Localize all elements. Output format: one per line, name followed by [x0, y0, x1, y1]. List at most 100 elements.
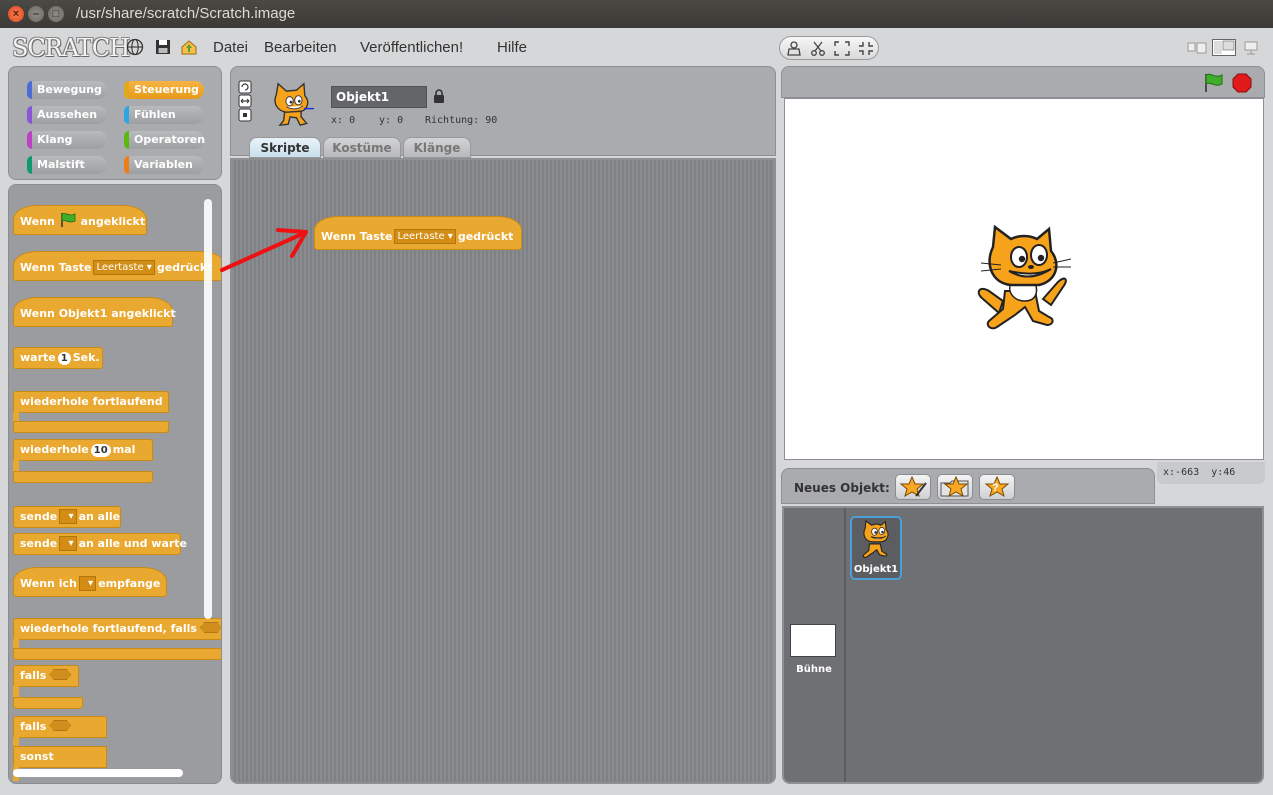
block-repeat[interactable]: wiederhole 10 mal — [13, 439, 153, 461]
sprite-thumbnail-objekt1[interactable]: Objekt1 — [850, 516, 902, 580]
category-pen[interactable]: Malstift — [27, 156, 107, 174]
block-palette: Wenn angeklickt Wenn Taste Leertaste ▾ ged… — [8, 184, 222, 784]
block-when-key-pressed[interactable]: Wenn Taste Leertaste ▾ gedrückt — [13, 251, 221, 281]
green-flag-icon — [60, 213, 76, 227]
c-block-bottom — [13, 471, 153, 483]
tab-scripts[interactable]: Skripte — [249, 137, 321, 158]
block-broadcast[interactable]: sende ▾ an alle — [13, 506, 121, 528]
category-color-stripe — [27, 156, 32, 174]
c-block-bottom — [13, 421, 169, 433]
block-text: angeklickt — [80, 215, 146, 228]
category-looks[interactable]: Aussehen — [27, 106, 107, 124]
presentation-mode-icon[interactable] — [1242, 40, 1262, 55]
menu-edit[interactable]: Bearbeiten — [264, 39, 337, 56]
rotation-style-icons[interactable] — [238, 80, 252, 122]
window-bottom-edge — [0, 788, 1273, 795]
palette-vertical-scrollbar[interactable] — [204, 199, 212, 619]
new-sprite-bar: Neues Objekt: ? — [781, 468, 1155, 504]
condition-slot[interactable] — [199, 622, 221, 633]
block-forever-if[interactable]: wiederhole fortlaufend, falls — [13, 618, 221, 640]
message-dropdown[interactable]: ▾ — [59, 536, 77, 551]
green-flag-icon[interactable] — [1202, 73, 1224, 93]
script-block-when-key-pressed[interactable]: Wenn Taste Leertaste ▾ gedrückt — [314, 216, 522, 250]
paint-star-icon — [899, 475, 927, 498]
c-block-bottom — [13, 697, 83, 709]
block-text: Wenn Taste — [20, 261, 92, 274]
save-icon[interactable] — [154, 38, 172, 56]
coord-value: -663 — [1175, 467, 1200, 478]
key-dropdown[interactable]: Leertaste ▾ — [394, 229, 456, 244]
block-when-i-receive[interactable]: Wenn ich ▾ empfange — [13, 567, 167, 597]
block-broadcast-and-wait[interactable]: sende ▾ an alle und warte — [13, 533, 187, 555]
category-operators[interactable]: Operatoren — [124, 131, 205, 149]
category-color-stripe — [124, 106, 129, 124]
message-dropdown[interactable]: ▾ — [78, 576, 97, 591]
repeat-count-input[interactable]: 10 — [90, 444, 111, 457]
block-text: empfange — [98, 577, 161, 590]
message-dropdown[interactable]: ▾ — [59, 509, 77, 524]
category-label: Variablen — [134, 158, 193, 171]
choose-sprite-file-button[interactable] — [937, 474, 973, 500]
window-titlebar: × – □ /usr/share/scratch/Scratch.image — [0, 0, 1273, 28]
palette-horizontal-scrollbar[interactable] — [13, 769, 183, 777]
cat-sprite[interactable] — [973, 225, 1073, 335]
key-dropdown[interactable]: Leertaste ▾ — [93, 260, 155, 275]
menu-file[interactable]: Datei — [213, 39, 248, 56]
block-text: sende — [20, 537, 58, 550]
menu-help[interactable]: Hilfe — [497, 39, 527, 56]
category-label: Malstift — [37, 158, 85, 171]
shrink-sprite-icon[interactable] — [857, 40, 875, 57]
random-sprite-button[interactable]: ? — [979, 474, 1015, 500]
window-title: /usr/share/scratch/Scratch.image — [76, 5, 296, 22]
stage-canvas[interactable] — [784, 98, 1264, 460]
duplicate-stamp-icon[interactable] — [785, 40, 803, 57]
category-variables[interactable]: Variablen — [124, 156, 204, 174]
sprite-thumbnail-label: Objekt1 — [853, 564, 899, 575]
stage-thumbnail-column: Bühne — [784, 508, 846, 782]
grow-sprite-icon[interactable] — [833, 40, 851, 57]
maximize-window-button[interactable]: □ — [48, 6, 64, 22]
category-motion[interactable]: Bewegung — [27, 81, 107, 99]
share-upload-icon[interactable] — [180, 38, 198, 56]
new-sprite-label: Neues Objekt: — [794, 481, 890, 495]
block-wait[interactable]: warte 1 Sek. — [13, 347, 103, 369]
small-stage-view-icon[interactable] — [1187, 40, 1207, 55]
paint-new-sprite-button[interactable] — [895, 474, 931, 500]
block-when-flag-clicked[interactable]: Wenn angeklickt — [13, 205, 147, 235]
block-text: Wenn ich — [20, 577, 77, 590]
menu-share[interactable]: Veröffentlichen! — [360, 39, 463, 56]
category-color-stripe — [27, 106, 32, 124]
block-forever[interactable]: wiederhole fortlaufend — [13, 391, 169, 413]
block-text: Wenn — [20, 215, 55, 228]
tab-costumes[interactable]: Kostüme — [323, 137, 401, 158]
category-sound[interactable]: Klang — [27, 131, 107, 149]
minimize-window-button[interactable]: – — [28, 6, 44, 22]
sprite-cat-icon — [274, 82, 314, 127]
condition-slot[interactable] — [49, 669, 72, 680]
tab-sounds[interactable]: Klänge — [403, 137, 471, 158]
category-color-stripe — [27, 131, 32, 149]
block-categories: Bewegung Steuerung Aussehen Fühlen Klang… — [8, 66, 222, 180]
dropdown-value: Leertaste — [397, 231, 445, 242]
sprite-y-readout: y: 0 — [379, 115, 403, 126]
stage-thumbnail[interactable] — [790, 624, 836, 657]
close-window-button[interactable]: × — [8, 6, 24, 22]
coord-value: 90 — [485, 115, 498, 126]
normal-stage-view-icon[interactable] — [1212, 39, 1236, 56]
condition-slot[interactable] — [49, 720, 72, 731]
block-if-else[interactable]: falls — [13, 716, 107, 738]
category-sensing[interactable]: Fühlen — [124, 106, 204, 124]
lock-icon[interactable] — [433, 89, 445, 103]
block-when-sprite-clicked[interactable]: Wenn Objekt1 angeklickt — [13, 297, 176, 327]
category-control[interactable]: Steuerung — [124, 81, 204, 99]
wait-seconds-input[interactable]: 1 — [57, 352, 71, 365]
sprite-name-field[interactable]: Objekt1 — [331, 86, 427, 108]
globe-language-icon[interactable] — [126, 38, 144, 56]
stop-sign-icon[interactable] — [1232, 73, 1252, 93]
block-if[interactable]: falls — [13, 665, 79, 687]
svg-text:?: ? — [992, 482, 999, 494]
block-text: sonst — [20, 750, 54, 763]
sprite-list-panel: Bühne Objekt1 — [782, 506, 1264, 784]
category-label: Bewegung — [37, 83, 102, 96]
delete-scissors-icon[interactable] — [809, 40, 827, 57]
